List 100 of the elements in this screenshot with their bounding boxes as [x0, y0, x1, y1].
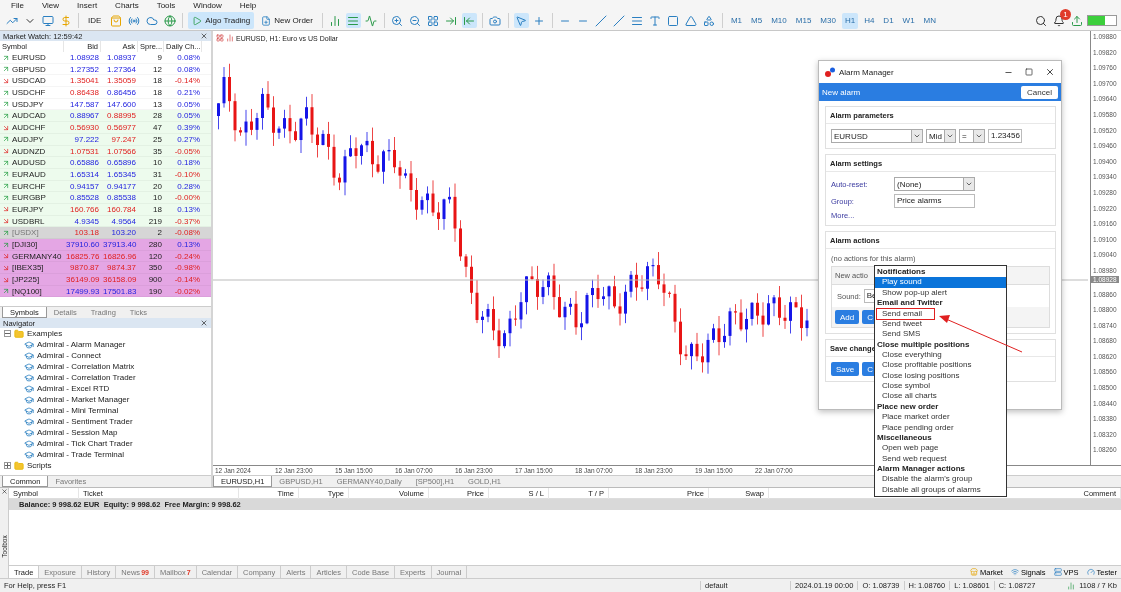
- ide-button[interactable]: IDE: [84, 12, 106, 29]
- tree-item[interactable]: Admiral - Alarm Manager: [37, 340, 126, 349]
- symbol-row[interactable]: [DJI30] 37910.60 37913.40 280 0.13%: [0, 239, 211, 251]
- timeframe-button[interactable]: M5: [748, 12, 766, 29]
- timeframe-button[interactable]: D1: [880, 12, 897, 29]
- timeframe-button[interactable]: M30: [817, 12, 839, 29]
- menu-item[interactable]: Show pop-up alert: [875, 287, 947, 299]
- price-field[interactable]: 1.23456: [988, 129, 1022, 143]
- auto-reset-select[interactable]: (None): [894, 177, 975, 191]
- close-icon[interactable]: [200, 319, 208, 327]
- symbol-row[interactable]: AUDCHF 0.56930 0.56977 47 0.39%: [0, 122, 211, 134]
- bid-price: 0.65886: [69, 157, 100, 169]
- menu-item[interactable]: Close symbol: [875, 381, 930, 392]
- tree-item[interactable]: Scripts: [27, 461, 52, 470]
- bid-price: 9870.87: [69, 262, 100, 274]
- menu-item[interactable]: Send tweet: [875, 318, 923, 330]
- timeframe-button[interactable]: MN: [920, 12, 940, 29]
- timeframe-button[interactable]: M10: [768, 12, 790, 29]
- close-icon[interactable]: [1045, 67, 1055, 77]
- menu-item[interactable]: Disable the alarm's group: [875, 474, 973, 485]
- triangle-icon[interactable]: [683, 13, 699, 28]
- text-icon[interactable]: [647, 13, 663, 28]
- rectangle-icon[interactable]: [665, 13, 681, 28]
- symbol-name: USDCHF: [12, 87, 46, 99]
- line-icon[interactable]: [363, 13, 379, 28]
- bid-price: 97.222: [73, 133, 100, 145]
- timeframe-button[interactable]: W1: [899, 12, 918, 29]
- menu-item[interactable]: Disable all groups of alarms: [875, 484, 981, 496]
- group-field[interactable]: Price alarms: [894, 194, 975, 208]
- notification-icon[interactable]: [1051, 13, 1066, 28]
- menu-item[interactable]: Open web page: [875, 443, 939, 454]
- menu-item[interactable]: Close profitable positions: [875, 360, 972, 371]
- shapes-icon[interactable]: [701, 13, 717, 28]
- symbol-row[interactable]: EURUSD 1.08928 1.08937 9 0.08%: [0, 52, 211, 64]
- menu-item[interactable]: Window: [184, 0, 231, 11]
- upload-icon[interactable]: [1069, 13, 1084, 28]
- tree-item[interactable]: Admiral - Tick Chart Trader: [37, 439, 133, 448]
- menu-item[interactable]: Place market order: [875, 412, 950, 423]
- menu-item[interactable]: Charts: [106, 0, 148, 11]
- save-button[interactable]: Save: [831, 362, 860, 376]
- symbol-row[interactable]: EURGBP 0.85528 0.85538 10 -0.00%: [0, 192, 211, 204]
- menu-item[interactable]: File: [2, 0, 33, 11]
- maximize-icon[interactable]: [1025, 68, 1033, 76]
- tree-item[interactable]: Admiral - Market Manager: [37, 395, 130, 404]
- timeframe-button[interactable]: H1: [841, 12, 859, 29]
- tree-item[interactable]: Admiral - Connect: [37, 351, 102, 360]
- menu-item[interactable]: Send email: [875, 308, 935, 319]
- symbol-row[interactable]: USDCHF 0.86438 0.86456 18 0.21%: [0, 87, 211, 99]
- chart-shift-icon[interactable]: [461, 13, 477, 28]
- symbol-row[interactable]: USDCAD 1.35041 1.35059 18 -0.14%: [0, 75, 211, 88]
- close-icon[interactable]: [200, 32, 208, 40]
- chart-window-icon[interactable]: [40, 13, 55, 28]
- symbol-row[interactable]: [IBEX35] 9870.87 9874.37 350 -0.98%: [0, 262, 211, 275]
- spread-value: 28: [152, 110, 163, 122]
- menu-item[interactable]: Close all charts: [875, 391, 937, 402]
- zoom-out-icon[interactable]: [407, 13, 423, 28]
- timeframe-button[interactable]: H4: [861, 12, 878, 29]
- channel-icon[interactable]: [611, 13, 627, 28]
- timeframe-button[interactable]: M1: [727, 12, 746, 29]
- add-button[interactable]: Add: [835, 310, 860, 324]
- spread-value: 18: [152, 87, 163, 99]
- symbol-name: AUDCHF: [12, 122, 46, 134]
- symbol-select[interactable]: EURUSD: [831, 129, 923, 143]
- globe-icon[interactable]: [162, 13, 178, 28]
- operator-select[interactable]: =: [959, 129, 985, 143]
- symbol-name: EURAUD: [12, 168, 46, 180]
- menu-item[interactable]: View: [32, 0, 69, 11]
- symbol-row[interactable]: AUDCAD 0.88967 0.88995 28 0.05%: [0, 110, 211, 123]
- new-order-button[interactable]: New Order: [257, 12, 317, 29]
- grid-icon[interactable]: [425, 13, 441, 28]
- tree-item[interactable]: Admiral - Correlation Trader: [37, 373, 136, 382]
- cancel-button[interactable]: Cancel: [1021, 85, 1058, 99]
- menu-item[interactable]: Tools: [147, 0, 185, 11]
- menu-item[interactable]: Play sound: [875, 277, 1006, 288]
- menu-item[interactable]: Insert: [68, 0, 107, 11]
- cursor-icon[interactable]: [513, 13, 529, 28]
- menu-item[interactable]: Place pending order: [875, 422, 954, 433]
- menu-item[interactable]: Send web request: [875, 453, 947, 464]
- search-icon[interactable]: [1033, 13, 1048, 28]
- tree-item[interactable]: Admiral - Mini Terminal: [37, 406, 119, 415]
- price-type-select[interactable]: Mid: [926, 129, 956, 143]
- tree-item[interactable]: Admiral - Sentiment Trader: [37, 417, 133, 426]
- collapse-icon[interactable]: [4, 330, 11, 337]
- trendline-icon[interactable]: [593, 13, 609, 28]
- menu-item[interactable]: Help: [230, 0, 266, 11]
- tree-item[interactable]: Admiral - Session Map: [37, 428, 118, 437]
- symbol-row[interactable]: AUDUSD 0.65886 0.65896 10 0.18%: [0, 157, 211, 169]
- bag-icon[interactable]: [108, 13, 124, 28]
- zoom-in-icon[interactable]: [389, 13, 405, 28]
- tree-item[interactable]: Admiral - Excel RTD: [37, 384, 110, 393]
- menu-item[interactable]: Close losing positions: [875, 370, 960, 382]
- expand-icon[interactable]: [4, 462, 11, 469]
- camera-icon[interactable]: [487, 13, 503, 28]
- symbol-row[interactable]: [JP225] 36149.09 36158.09 900 -0.14%: [0, 274, 211, 286]
- tree-item[interactable]: Admiral - Trade Terminal: [37, 450, 124, 459]
- timeframe-button[interactable]: M15: [792, 12, 815, 29]
- algo-trading-button[interactable]: Algo Trading: [188, 12, 255, 29]
- tree-item[interactable]: Examples: [27, 329, 63, 338]
- menu-item[interactable]: Send SMS: [875, 329, 921, 340]
- tree-item[interactable]: Admiral - Correlation Matrix: [37, 362, 135, 371]
